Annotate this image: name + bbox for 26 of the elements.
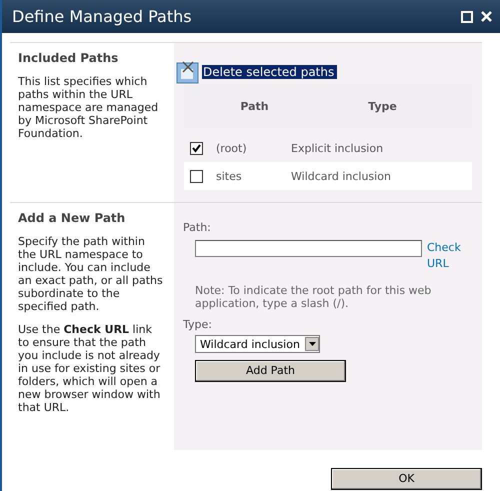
path-label: Path:: [183, 221, 212, 234]
close-icon[interactable]: [481, 11, 492, 22]
check-url-description: Use the Check URL link to ensure that the path you include is not already in use for existing sites or folders, which will open a new browser window with that URL.: [18, 323, 162, 414]
section-description: Specify the path within the URL namespace to include. You can include an exact path, or all paths subordinate to the specified path.: [18, 235, 164, 313]
delete-link[interactable]: Delete selected paths: [176, 60, 482, 84]
section-description: This list specifies which paths within the URL namespace are managed by Microsoft SharePoint Foundation.: [18, 75, 160, 140]
column-header: Path: [239, 100, 270, 112]
window-title: Define Managed Paths: [12, 7, 192, 26]
section-heading: Included Paths: [18, 51, 120, 65]
check-url-link[interactable]: Check URL: [427, 240, 467, 272]
row-checkbox[interactable]: [190, 170, 203, 182]
add-path-button[interactable]: Add Path: [195, 360, 346, 382]
path-field[interactable]: [195, 240, 422, 257]
row-checkbox[interactable]: [190, 142, 203, 154]
type-label: Type:: [183, 318, 213, 331]
type-cell-text: Explicit inclusion: [291, 142, 384, 154]
path-cell-text: sites: [216, 170, 243, 182]
type-cell-text: Wildcard inclusion: [291, 170, 392, 182]
caret-icon: [308, 342, 316, 346]
ok-button[interactable]: OK: [331, 468, 482, 490]
column-header: Type: [367, 100, 398, 112]
note-text: Note: To indicate the root path for this web application, type a slash (/).: [194, 284, 432, 310]
path-cell-text: (root): [216, 142, 248, 154]
section-heading: Add a New Path: [18, 211, 126, 225]
maximize-icon[interactable]: [461, 10, 473, 22]
type-dropdown[interactable]: Wildcard inclusion: [195, 335, 320, 353]
